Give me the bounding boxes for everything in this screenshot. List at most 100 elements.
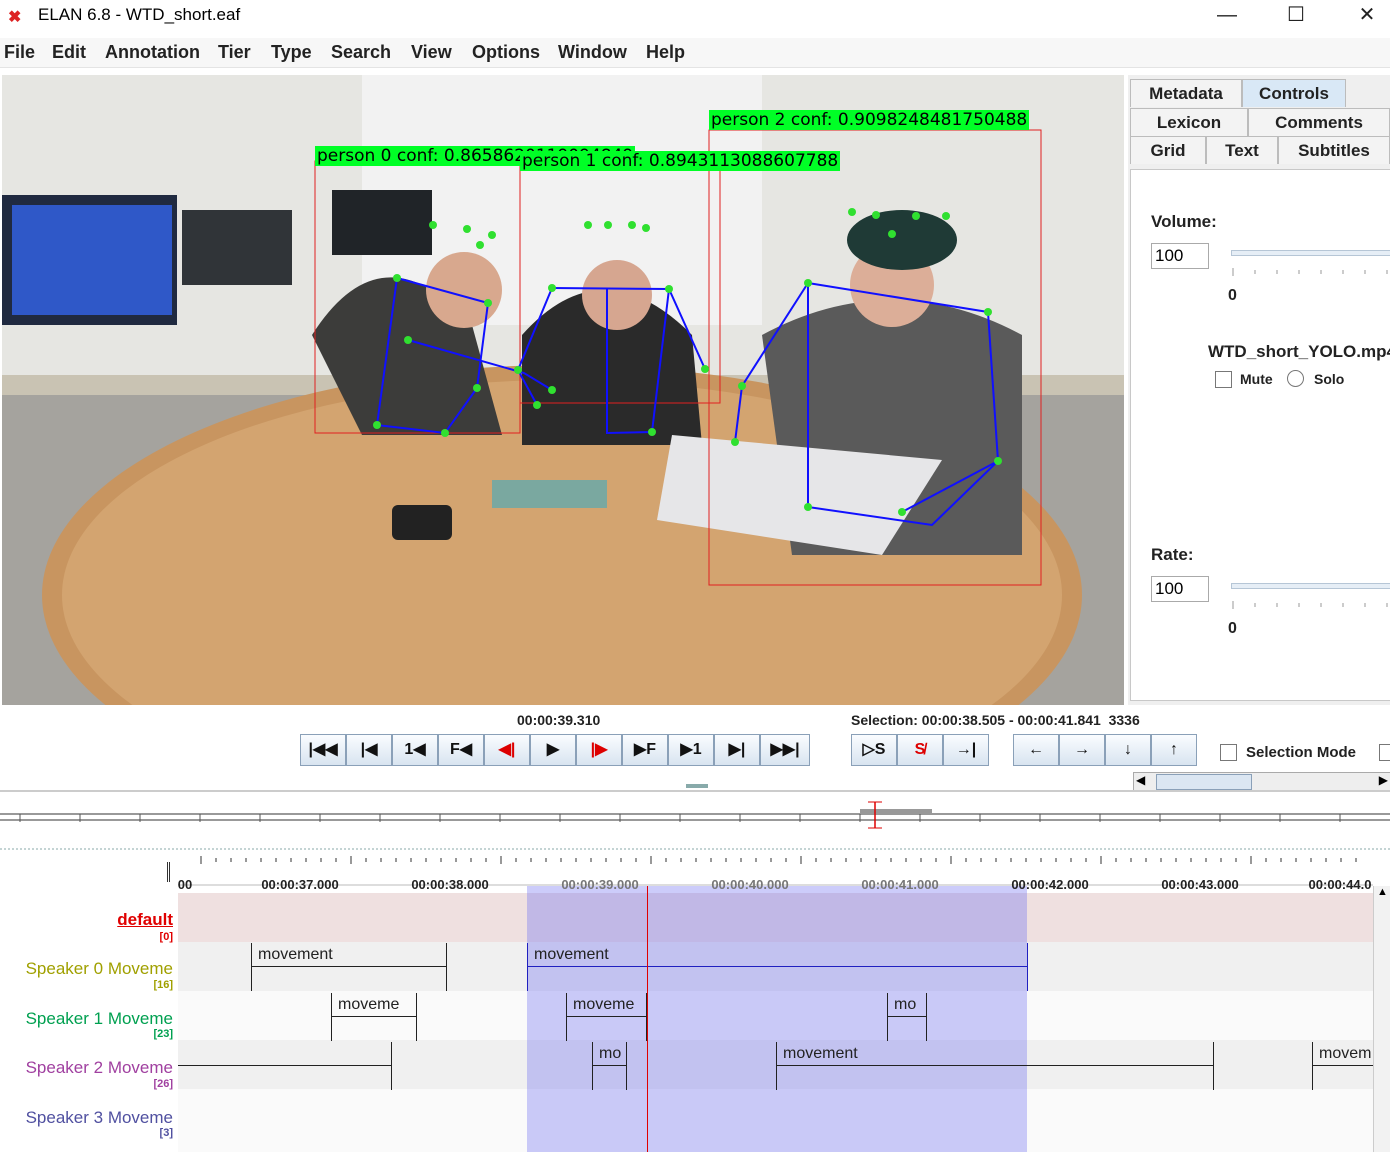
tab-metadata[interactable]: Metadata <box>1130 79 1242 107</box>
maximize-button[interactable]: ☐ <box>1273 2 1319 30</box>
menu-type[interactable]: Type <box>271 42 312 63</box>
play-selection-button[interactable]: ▷S <box>851 734 897 766</box>
rate-slider-ticks <box>1232 601 1388 609</box>
volume-min-label: 0 <box>1228 287 1237 304</box>
tier-label-default[interactable]: default <box>0 910 178 930</box>
tab-subtitles[interactable]: Subtitles <box>1278 136 1390 164</box>
annotation[interactable]: movem <box>1312 1042 1373 1090</box>
controls-horizontal-scrollbar[interactable]: ◀ ▶ <box>1133 772 1390 792</box>
menu-options[interactable]: Options <box>472 42 540 63</box>
tier-label-speaker-1[interactable]: Speaker 1 Moveme <box>0 1009 178 1029</box>
playhead-crosshair[interactable] <box>647 886 648 1152</box>
overview-ruler <box>0 790 1390 829</box>
clear-selection-button[interactable]: S̸ <box>897 734 943 766</box>
tab-grid[interactable]: Grid <box>1130 136 1206 164</box>
tab-controls[interactable]: Controls <box>1242 79 1346 107</box>
tab-comments[interactable]: Comments <box>1248 108 1390 136</box>
current-time-readout: 00:00:39.310 <box>517 712 601 728</box>
tier-label-speaker-2[interactable]: Speaker 2 Moveme <box>0 1058 178 1078</box>
go-to-end-button[interactable]: ▶▶| <box>760 734 810 766</box>
annotation-up-button[interactable]: ↑ <box>1151 734 1197 766</box>
volume-input[interactable]: 100 <box>1151 243 1209 269</box>
person-1-label: person 1 conf: 0.8943113088607788 <box>520 151 841 171</box>
solo-radio[interactable] <box>1287 370 1304 387</box>
previous-second-button[interactable]: 1◀ <box>392 734 438 766</box>
next-scrollview-button[interactable]: ▶| <box>714 734 760 766</box>
menu-file[interactable]: File <box>4 42 35 63</box>
menu-view[interactable]: View <box>411 42 452 63</box>
mute-label: Mute <box>1240 371 1273 387</box>
annotation[interactable]: moveme <box>566 993 647 1041</box>
next-frame-button[interactable]: ▶F <box>622 734 668 766</box>
mute-checkbox[interactable] <box>1215 371 1232 388</box>
rate-slider[interactable] <box>1231 583 1390 589</box>
previous-scrollview-button[interactable]: |◀ <box>346 734 392 766</box>
scroll-right-icon[interactable]: ▶ <box>1379 773 1388 787</box>
selection-mode-checkbox[interactable] <box>1220 744 1237 761</box>
tier-count-speaker-2: [26] <box>153 1078 173 1090</box>
loop-mode-checkbox[interactable] <box>1379 744 1390 761</box>
tick-label: 00:00:40.000 <box>711 877 789 892</box>
side-panel: Metadata Controls Lexicon Comments Grid … <box>1128 75 1390 792</box>
tick-label: 00:00:43.000 <box>1161 877 1239 892</box>
tab-text[interactable]: Text <box>1206 136 1278 164</box>
selection-readout: Selection: 00:00:38.505 - 00:00:41.841 3… <box>851 712 1140 728</box>
timeline-overview[interactable] <box>0 790 1390 830</box>
tick-label: 00:00:39.000 <box>561 877 639 892</box>
timeline-viewer[interactable]: 00 00:00:37.000 00:00:38.000 00:00:39.00… <box>0 852 1390 1152</box>
tier-label-speaker-3[interactable]: Speaker 3 Moveme <box>0 1108 178 1128</box>
menu-edit[interactable]: Edit <box>52 42 86 63</box>
go-to-begin-button[interactable]: |◀◀ <box>300 734 346 766</box>
zoom-handle[interactable] <box>167 862 170 882</box>
annotation[interactable]: moveme <box>331 993 417 1041</box>
tier-count-default: [0] <box>159 931 173 943</box>
menu-window[interactable]: Window <box>558 42 627 63</box>
volume-label: Volume: <box>1151 212 1217 231</box>
next-annotation-button[interactable]: → <box>1059 734 1105 766</box>
tier-count-speaker-0: [16] <box>153 979 173 991</box>
timeline-vertical-scrollbar[interactable]: ▲ <box>1373 886 1390 1152</box>
annotation[interactable]: movement <box>251 943 447 991</box>
volume-slider-ticks <box>1232 268 1388 276</box>
menu-annotation[interactable]: Annotation <box>105 42 200 63</box>
annotation[interactable]: mo <box>887 993 927 1041</box>
scroll-up-icon[interactable]: ▲ <box>1377 886 1388 898</box>
scroll-thumb[interactable] <box>1156 774 1252 790</box>
controls-panel: Volume: 100 0 WTD_short_YOLO.mp4 Mute So… <box>1130 169 1390 792</box>
annotation-selected[interactable]: movement <box>527 943 1028 991</box>
annotation[interactable]: mo <box>592 1042 627 1090</box>
previous-pixel-button[interactable]: ◀| <box>484 734 530 766</box>
title-bar: ✖ ELAN 6.8 - WTD_short.eaf — ☐ ✕ <box>0 0 1390 32</box>
previous-annotation-button[interactable]: ← <box>1013 734 1059 766</box>
close-button[interactable]: ✕ <box>1344 2 1390 30</box>
tab-lexicon[interactable]: Lexicon <box>1130 108 1248 136</box>
tick-label: 00:00:37.000 <box>261 877 339 892</box>
tier-count-speaker-3: [3] <box>159 1127 173 1139</box>
rate-input[interactable]: 100 <box>1151 576 1209 602</box>
annotation[interactable]: movement <box>776 1042 1214 1090</box>
panel-divider-grip[interactable] <box>686 784 708 788</box>
menu-tier[interactable]: Tier <box>218 42 251 63</box>
video-viewer[interactable]: person 0 conf: 0.8658620119094849 person… <box>2 75 1124 705</box>
minimize-button[interactable]: — <box>1204 2 1250 30</box>
menu-search[interactable]: Search <box>331 42 391 63</box>
scroll-left-icon[interactable]: ◀ <box>1136 773 1145 787</box>
rate-min-label: 0 <box>1228 620 1237 637</box>
tier-count-speaker-1: [23] <box>153 1028 173 1040</box>
annotation[interactable] <box>178 1042 392 1090</box>
tick-label: 00:00:38.000 <box>411 877 489 892</box>
play-button[interactable]: ▶ <box>530 734 576 766</box>
annotation-down-button[interactable]: ↓ <box>1105 734 1151 766</box>
next-second-button[interactable]: ▶1 <box>668 734 714 766</box>
tick-label: 00:00:41.000 <box>861 877 939 892</box>
solo-label: Solo <box>1314 371 1345 387</box>
volume-slider[interactable] <box>1231 250 1390 256</box>
tick-label: 00:00:42.000 <box>1011 877 1089 892</box>
next-pixel-button[interactable]: |▶ <box>576 734 622 766</box>
selection-boundary-button[interactable]: →| <box>943 734 989 766</box>
tier-label-speaker-0[interactable]: Speaker 0 Moveme <box>0 959 178 979</box>
selection-mode-label: Selection Mode <box>1246 744 1357 761</box>
menu-help[interactable]: Help <box>646 42 685 63</box>
previous-frame-button[interactable]: F◀ <box>438 734 484 766</box>
person-2-label: person 2 conf: 0.9098248481750488 <box>709 110 1030 130</box>
